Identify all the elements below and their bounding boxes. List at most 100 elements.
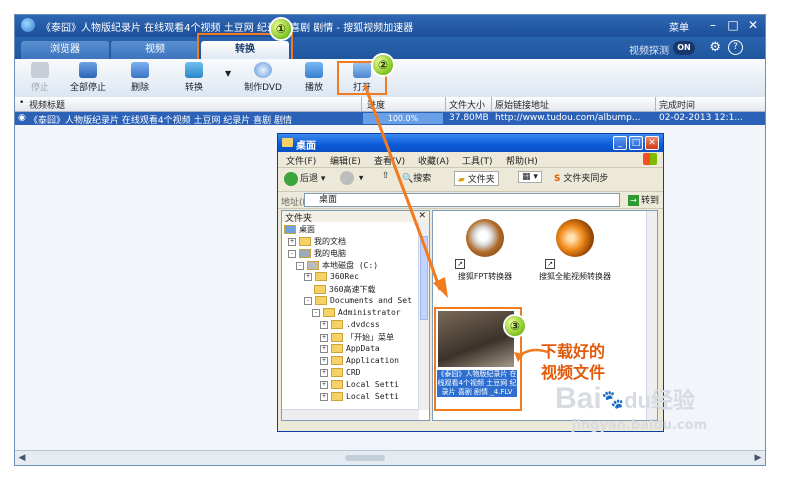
- dvd-icon: [254, 62, 272, 78]
- file-video-converter[interactable]: ↗ 搜狐全能视频转换器: [531, 219, 619, 282]
- expand-icon[interactable]: +: [304, 272, 312, 281]
- tree-item-application[interactable]: + Application: [320, 356, 399, 365]
- tree-item-start-menu[interactable]: + 「开始」菜单: [320, 332, 394, 343]
- menu-view[interactable]: 查看(V): [374, 154, 405, 167]
- folder-icon: [323, 308, 335, 317]
- file-fpt-converter[interactable]: ↗ 搜狐FPT转换器: [441, 219, 529, 282]
- file-label: 搜狐FPT转换器: [457, 272, 513, 281]
- stop-button[interactable]: 停止: [19, 62, 61, 93]
- delete-button[interactable]: 删除: [119, 62, 161, 93]
- expand-icon[interactable]: +: [320, 392, 328, 401]
- folders-button[interactable]: ▰ 文件夹: [454, 171, 499, 186]
- play-label: 播放: [304, 83, 323, 93]
- menu-file[interactable]: 文件(F): [286, 154, 316, 167]
- column-divider[interactable]: [361, 97, 362, 111]
- make-dvd-button[interactable]: 制作DVD: [237, 62, 289, 93]
- expand-icon[interactable]: +: [320, 344, 328, 353]
- tree-item-crd[interactable]: + CRD: [320, 368, 360, 377]
- go-button[interactable]: → 转到: [627, 193, 659, 206]
- col-progress[interactable]: 进度: [367, 98, 385, 111]
- col-size[interactable]: 文件大小: [449, 98, 485, 111]
- address-input[interactable]: 桌面: [304, 193, 620, 207]
- col-title[interactable]: 视频标题: [29, 98, 65, 111]
- convert-button[interactable]: 转换: [173, 62, 215, 93]
- help-icon[interactable]: ?: [728, 40, 743, 55]
- shortcut-arrow-icon: ↗: [545, 259, 555, 269]
- search-button[interactable]: 🔍搜索: [402, 171, 431, 184]
- expand-icon[interactable]: +: [320, 368, 328, 377]
- dropdown-arrow-icon[interactable]: ▼: [225, 69, 231, 78]
- tree-item-appdata[interactable]: + AppData: [320, 344, 380, 353]
- menu-tools[interactable]: 工具(T): [462, 154, 493, 167]
- watermark-url: jingyan.baidu.com: [572, 418, 708, 433]
- folder-icon: [315, 272, 327, 281]
- column-divider[interactable]: [491, 97, 492, 111]
- watermark-brand-2: du: [624, 388, 651, 413]
- tree-item-administrator[interactable]: - Administrator: [312, 308, 401, 317]
- expand-icon[interactable]: +: [320, 380, 328, 389]
- table-row[interactable]: ◉ 《泰囧》人物版纪录片 在线观看4个视频 土豆网 纪录片 喜剧 剧情 100.…: [15, 112, 765, 126]
- folder-pane-vertical-scrollbar[interactable]: [418, 222, 429, 410]
- maximize-icon[interactable]: □: [629, 136, 643, 150]
- views-button[interactable]: ▦ ▾: [518, 171, 542, 183]
- back-button[interactable]: 后退 ▾: [284, 171, 325, 186]
- scroll-grip[interactable]: [345, 455, 385, 461]
- close-icon[interactable]: ✕: [745, 18, 761, 32]
- back-label: 后退: [300, 174, 319, 184]
- explorer-title-bar: 桌面 _ □ ✕: [278, 134, 663, 152]
- menu-edit[interactable]: 编辑(E): [330, 154, 361, 167]
- tab-video[interactable]: 视频: [111, 41, 199, 59]
- folder-sync-button[interactable]: S 文件夹同步: [554, 171, 608, 184]
- tree-item-local-disk[interactable]: - 本地磁盘 (C:): [296, 260, 378, 271]
- tree-item-360-download[interactable]: 360高速下载: [314, 284, 375, 295]
- collapse-icon[interactable]: -: [312, 308, 320, 317]
- scroll-left-icon[interactable]: ◀: [15, 451, 29, 465]
- forward-button[interactable]: ▾: [340, 171, 363, 185]
- column-divider[interactable]: [445, 97, 446, 111]
- tab-browser[interactable]: 浏览器: [21, 41, 109, 59]
- tree-label: Application: [346, 356, 399, 365]
- collapse-icon[interactable]: -: [296, 261, 304, 270]
- collapse-icon[interactable]: -: [304, 296, 312, 305]
- maximize-icon[interactable]: □: [725, 18, 741, 32]
- scroll-right-icon[interactable]: ▶: [751, 451, 765, 465]
- expand-icon[interactable]: +: [320, 333, 328, 342]
- scroll-thumb[interactable]: [420, 236, 428, 320]
- go-arrow-icon: →: [627, 195, 639, 206]
- menu-favorites[interactable]: 收藏(A): [418, 154, 449, 167]
- horizontal-scrollbar[interactable]: ◀ ▶: [15, 450, 765, 465]
- tree-item-360rec[interactable]: +360Rec: [304, 272, 359, 281]
- stop-all-button[interactable]: 全部停止: [67, 62, 109, 93]
- tree-item-my-documents[interactable]: + 我的文档: [288, 236, 346, 247]
- watermark-suffix: 经验: [651, 388, 696, 413]
- tree-item-local-settings[interactable]: + Local Setti: [320, 380, 399, 389]
- collapse-icon[interactable]: -: [288, 249, 296, 258]
- close-pane-icon[interactable]: ✕: [418, 211, 426, 221]
- windows-logo-icon: [643, 153, 657, 165]
- shortcut-arrow-icon: ↗: [455, 259, 465, 269]
- close-icon[interactable]: ✕: [645, 136, 659, 150]
- tree-item-my-computer[interactable]: - 我的电脑: [288, 248, 346, 259]
- tree-item-desktop[interactable]: 桌面: [284, 224, 315, 235]
- expand-icon[interactable]: +: [320, 320, 328, 329]
- expand-icon[interactable]: +: [288, 237, 296, 246]
- minimize-icon[interactable]: –: [705, 18, 721, 32]
- folder-icon: [331, 356, 343, 365]
- step-badge-3: ③: [505, 316, 525, 336]
- menu-button[interactable]: 菜单: [669, 19, 689, 34]
- video-detect-toggle[interactable]: ON: [673, 41, 695, 55]
- menu-help[interactable]: 帮助(H): [506, 154, 538, 167]
- expand-icon[interactable]: +: [320, 356, 328, 365]
- play-button[interactable]: 播放: [293, 62, 335, 93]
- col-completed[interactable]: 完成时间: [659, 98, 695, 111]
- tree-item-documents-settings[interactable]: - Documents and Set: [304, 296, 412, 305]
- folder-pane-horizontal-scrollbar[interactable]: [282, 409, 419, 420]
- tree-item-dvdcss[interactable]: + .dvdcss: [320, 320, 380, 329]
- tree-item-local-settings-2[interactable]: + Local Setti: [320, 392, 399, 401]
- up-folder-icon[interactable]: ⇧: [382, 171, 390, 181]
- column-divider[interactable]: [655, 97, 656, 111]
- row-size: 37.80MB: [449, 113, 489, 123]
- minimize-icon[interactable]: _: [613, 136, 627, 150]
- col-url[interactable]: 原始链接地址: [495, 98, 549, 111]
- gear-icon[interactable]: ⚙: [709, 40, 721, 55]
